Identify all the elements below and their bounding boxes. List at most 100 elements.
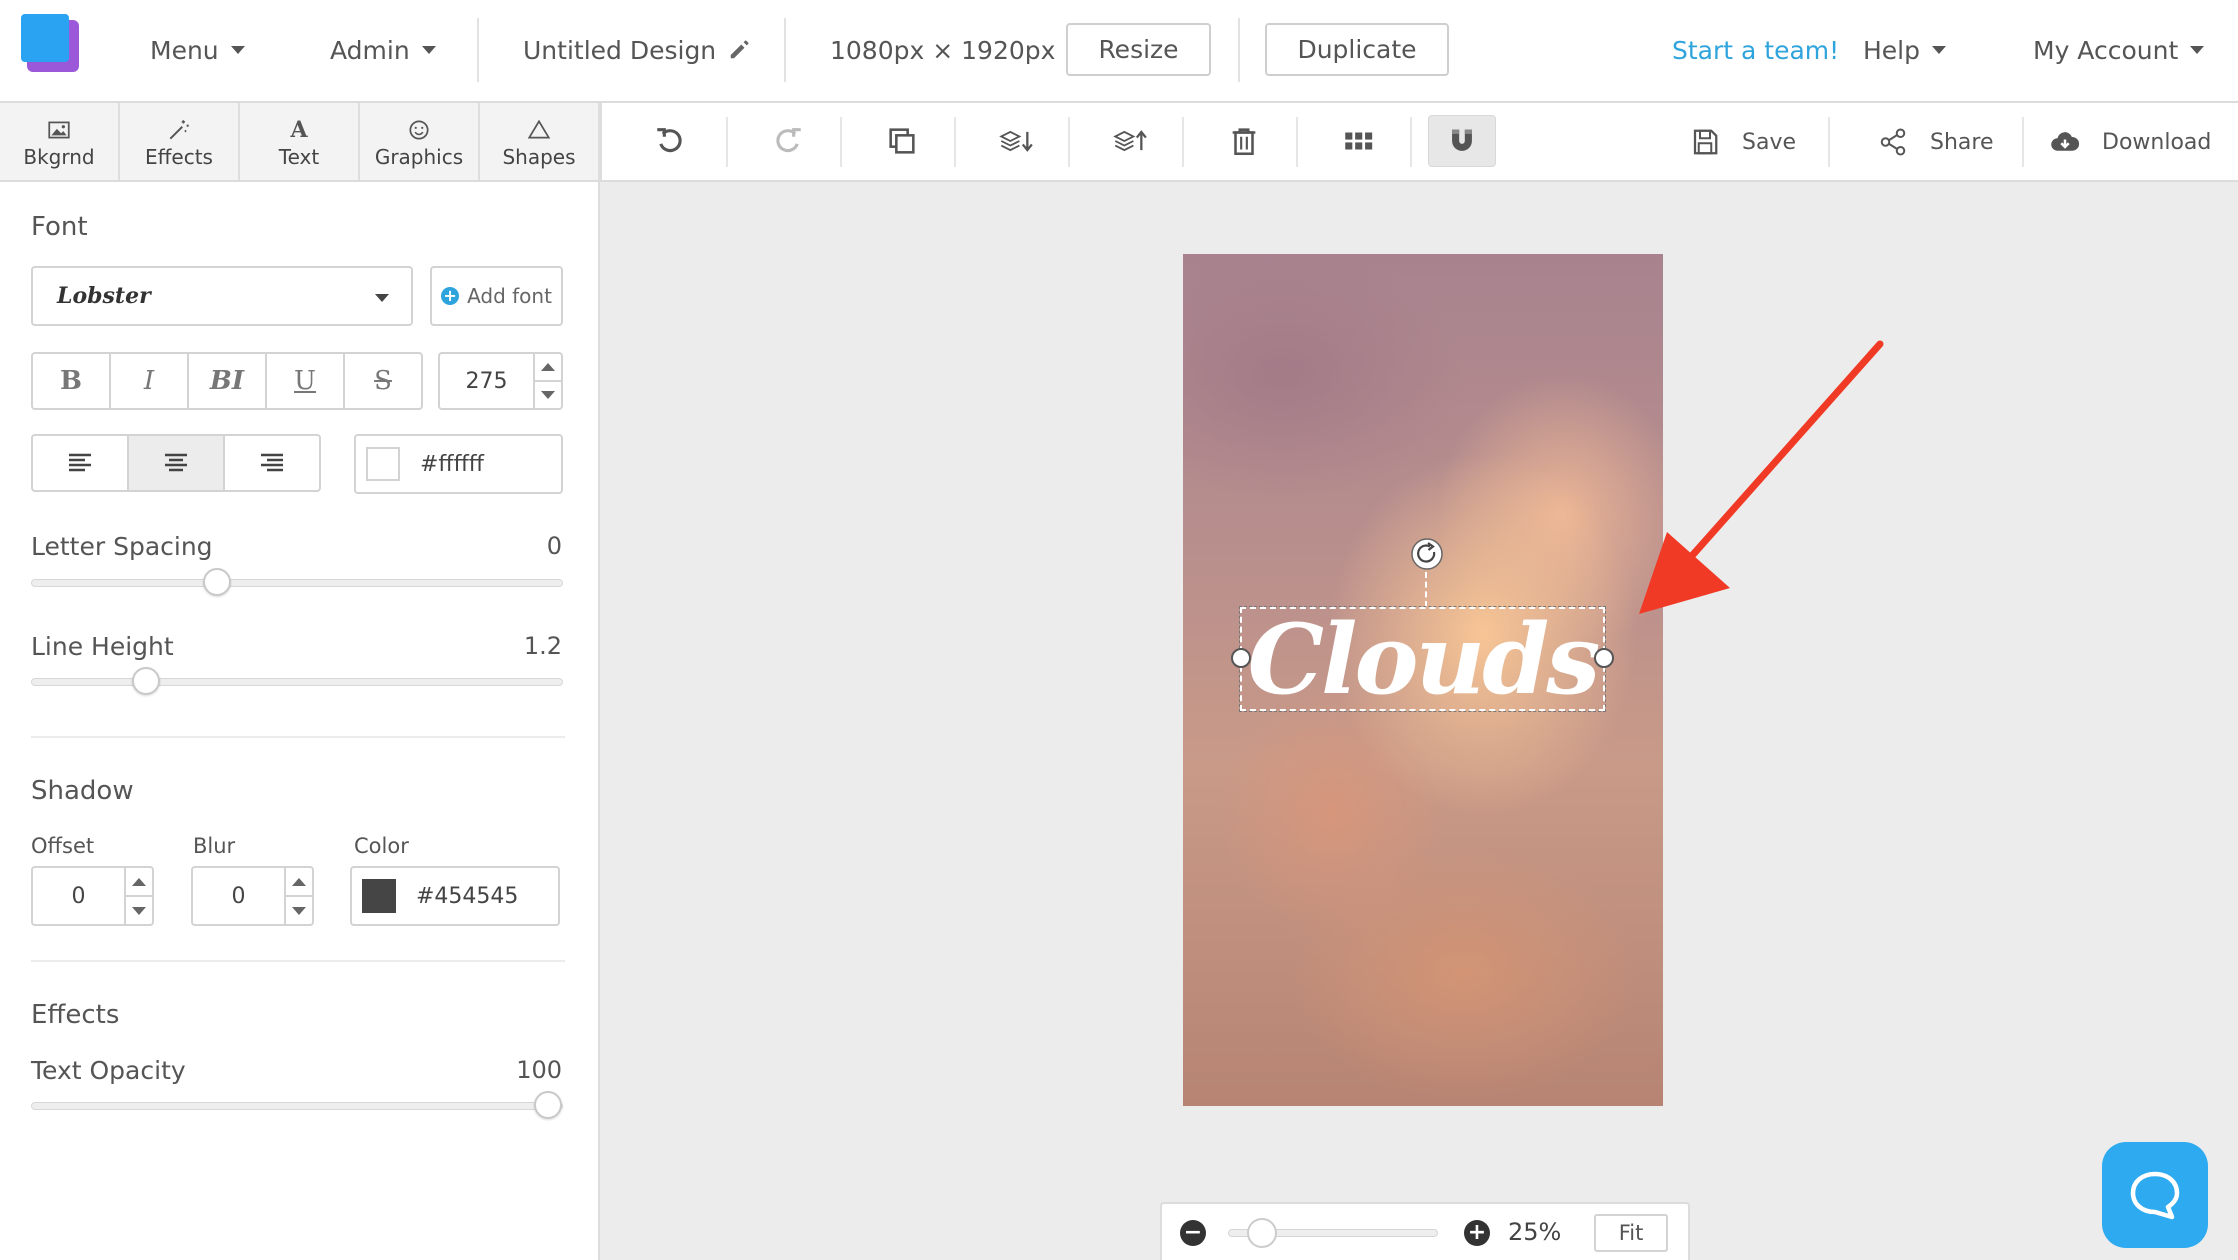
underline-button[interactable]: U <box>267 354 345 408</box>
snap-magnet-button[interactable] <box>1428 115 1496 167</box>
text-properties-panel: Font Lobster + Add font B I BI U S 275 #… <box>0 182 600 1260</box>
font-size-value[interactable]: 275 <box>440 354 533 408</box>
chat-support-button[interactable] <box>2102 1142 2208 1248</box>
resize-handle-left[interactable] <box>1231 648 1251 668</box>
zoom-out-button[interactable]: − <box>1180 1220 1206 1246</box>
add-font-button[interactable]: + Add font <box>430 266 563 326</box>
account-dropdown[interactable]: My Account <box>2033 0 2205 100</box>
undo-icon <box>657 128 682 153</box>
layer-up-icon <box>1113 130 1147 152</box>
italic-button[interactable]: I <box>111 354 189 408</box>
font-family-value: Lobster <box>57 283 151 309</box>
text-color-field[interactable]: #ffffff <box>354 434 563 494</box>
align-center-button[interactable] <box>129 436 225 490</box>
text-opacity-slider[interactable] <box>31 1091 563 1119</box>
text-color-value: #ffffff <box>420 451 484 477</box>
font-family-select[interactable]: Lobster <box>31 266 413 326</box>
tab-shapes[interactable]: Shapes <box>480 103 600 180</box>
zoom-slider-knob[interactable] <box>1246 1218 1277 1248</box>
delete-button[interactable] <box>1210 115 1278 167</box>
start-team-link[interactable]: Start a team! <box>1672 0 1839 100</box>
help-label: Help <box>1863 35 1920 65</box>
grid-icon <box>1345 132 1373 150</box>
copy-button[interactable] <box>868 115 936 167</box>
tab-text[interactable]: A Text <box>240 103 360 180</box>
strikethrough-button[interactable]: S <box>345 354 421 408</box>
rotate-handle-icon[interactable] <box>1410 537 1444 571</box>
design-title-text: Untitled Design <box>523 35 717 65</box>
shadow-offset-value[interactable]: 0 <box>33 868 124 924</box>
tab-effects[interactable]: Effects <box>120 103 240 180</box>
bring-forward-button[interactable] <box>1096 115 1164 167</box>
canvas-text[interactable]: Clouds <box>1242 603 1603 716</box>
resize-handle-right[interactable] <box>1594 648 1614 668</box>
shadow-blur-value[interactable]: 0 <box>193 868 284 924</box>
download-label: Download <box>2102 129 2212 155</box>
chevron-down-icon <box>421 46 436 54</box>
app-logo[interactable] <box>21 14 79 72</box>
design-title[interactable]: Untitled Design <box>523 0 750 100</box>
save-button[interactable]: Save <box>1690 103 1796 181</box>
shadow-blur-stepper[interactable]: 0 <box>191 866 314 926</box>
shadow-color-field[interactable]: #454545 <box>350 866 560 926</box>
admin-label: Admin <box>330 35 410 65</box>
top-nav: Menu Admin Untitled Design 1080px × 1920… <box>0 0 2238 103</box>
increment-arrow[interactable] <box>535 354 561 382</box>
slider-knob[interactable] <box>202 568 231 596</box>
line-height-label: Line Height <box>31 632 174 661</box>
divider <box>31 960 565 962</box>
fit-button[interactable]: Fit <box>1594 1214 1668 1252</box>
zoom-in-button[interactable]: + <box>1464 1220 1490 1246</box>
letter-spacing-slider[interactable] <box>31 568 563 596</box>
align-right-button[interactable] <box>225 436 319 490</box>
editor-toolbar: Save Share Download <box>600 103 2238 182</box>
plus-circle-icon: + <box>441 287 460 305</box>
decrement-arrow[interactable] <box>126 897 152 924</box>
menu-dropdown[interactable]: Menu <box>150 0 245 100</box>
chevron-down-icon <box>230 46 245 54</box>
font-size-stepper[interactable]: 275 <box>438 352 563 410</box>
grid-button[interactable] <box>1324 115 1392 167</box>
text-color-swatch[interactable] <box>366 447 400 481</box>
font-section-title: Font <box>31 212 88 242</box>
align-left-button[interactable] <box>33 436 129 490</box>
line-height-slider[interactable] <box>31 667 563 695</box>
admin-dropdown[interactable]: Admin <box>330 0 436 100</box>
zoom-control: − + 25% Fit <box>1160 1202 1690 1260</box>
shadow-color-swatch[interactable] <box>362 879 396 913</box>
share-button[interactable]: Share <box>1878 103 1994 181</box>
align-left-icon <box>69 453 91 472</box>
duplicate-button[interactable]: Duplicate <box>1265 23 1449 76</box>
slider-knob[interactable] <box>534 1091 562 1119</box>
canvas-area[interactable]: Clouds − + 25% Fit <box>602 182 2238 1260</box>
shadow-offset-stepper[interactable]: 0 <box>31 866 154 926</box>
menu-label: Menu <box>150 35 219 65</box>
magnet-icon <box>1452 129 1472 151</box>
shadow-color-value: #454545 <box>416 883 519 909</box>
layer-down-icon <box>999 130 1033 152</box>
copy-icon <box>889 128 915 154</box>
tab-background[interactable]: Bkgrnd <box>0 103 120 180</box>
slider-knob[interactable] <box>132 667 161 695</box>
decrement-arrow[interactable] <box>286 897 312 924</box>
tab-graphics[interactable]: Graphics <box>360 103 480 180</box>
image-icon <box>48 121 70 138</box>
panel-tabs: Bkgrnd Effects A Text Graphics Shapes <box>0 103 600 182</box>
line-height-value: 1.2 <box>523 632 562 660</box>
chevron-down-icon <box>375 294 389 302</box>
undo-button[interactable] <box>636 115 704 167</box>
text-style-group: B I BI U S <box>31 352 423 410</box>
resize-button[interactable]: Resize <box>1066 23 1211 76</box>
download-button[interactable]: Download <box>2050 103 2211 181</box>
redo-button[interactable] <box>754 115 822 167</box>
increment-arrow[interactable] <box>286 868 312 897</box>
zoom-slider[interactable] <box>1228 1218 1438 1248</box>
bold-italic-button[interactable]: BI <box>189 354 267 408</box>
send-backward-button[interactable] <box>982 115 1050 167</box>
increment-arrow[interactable] <box>126 868 152 897</box>
decrement-arrow[interactable] <box>535 382 561 408</box>
share-label: Share <box>1930 129 1994 155</box>
bold-button[interactable]: B <box>33 354 111 408</box>
selected-text-element[interactable]: Clouds <box>1239 603 1606 716</box>
help-dropdown[interactable]: Help <box>1863 0 1946 100</box>
